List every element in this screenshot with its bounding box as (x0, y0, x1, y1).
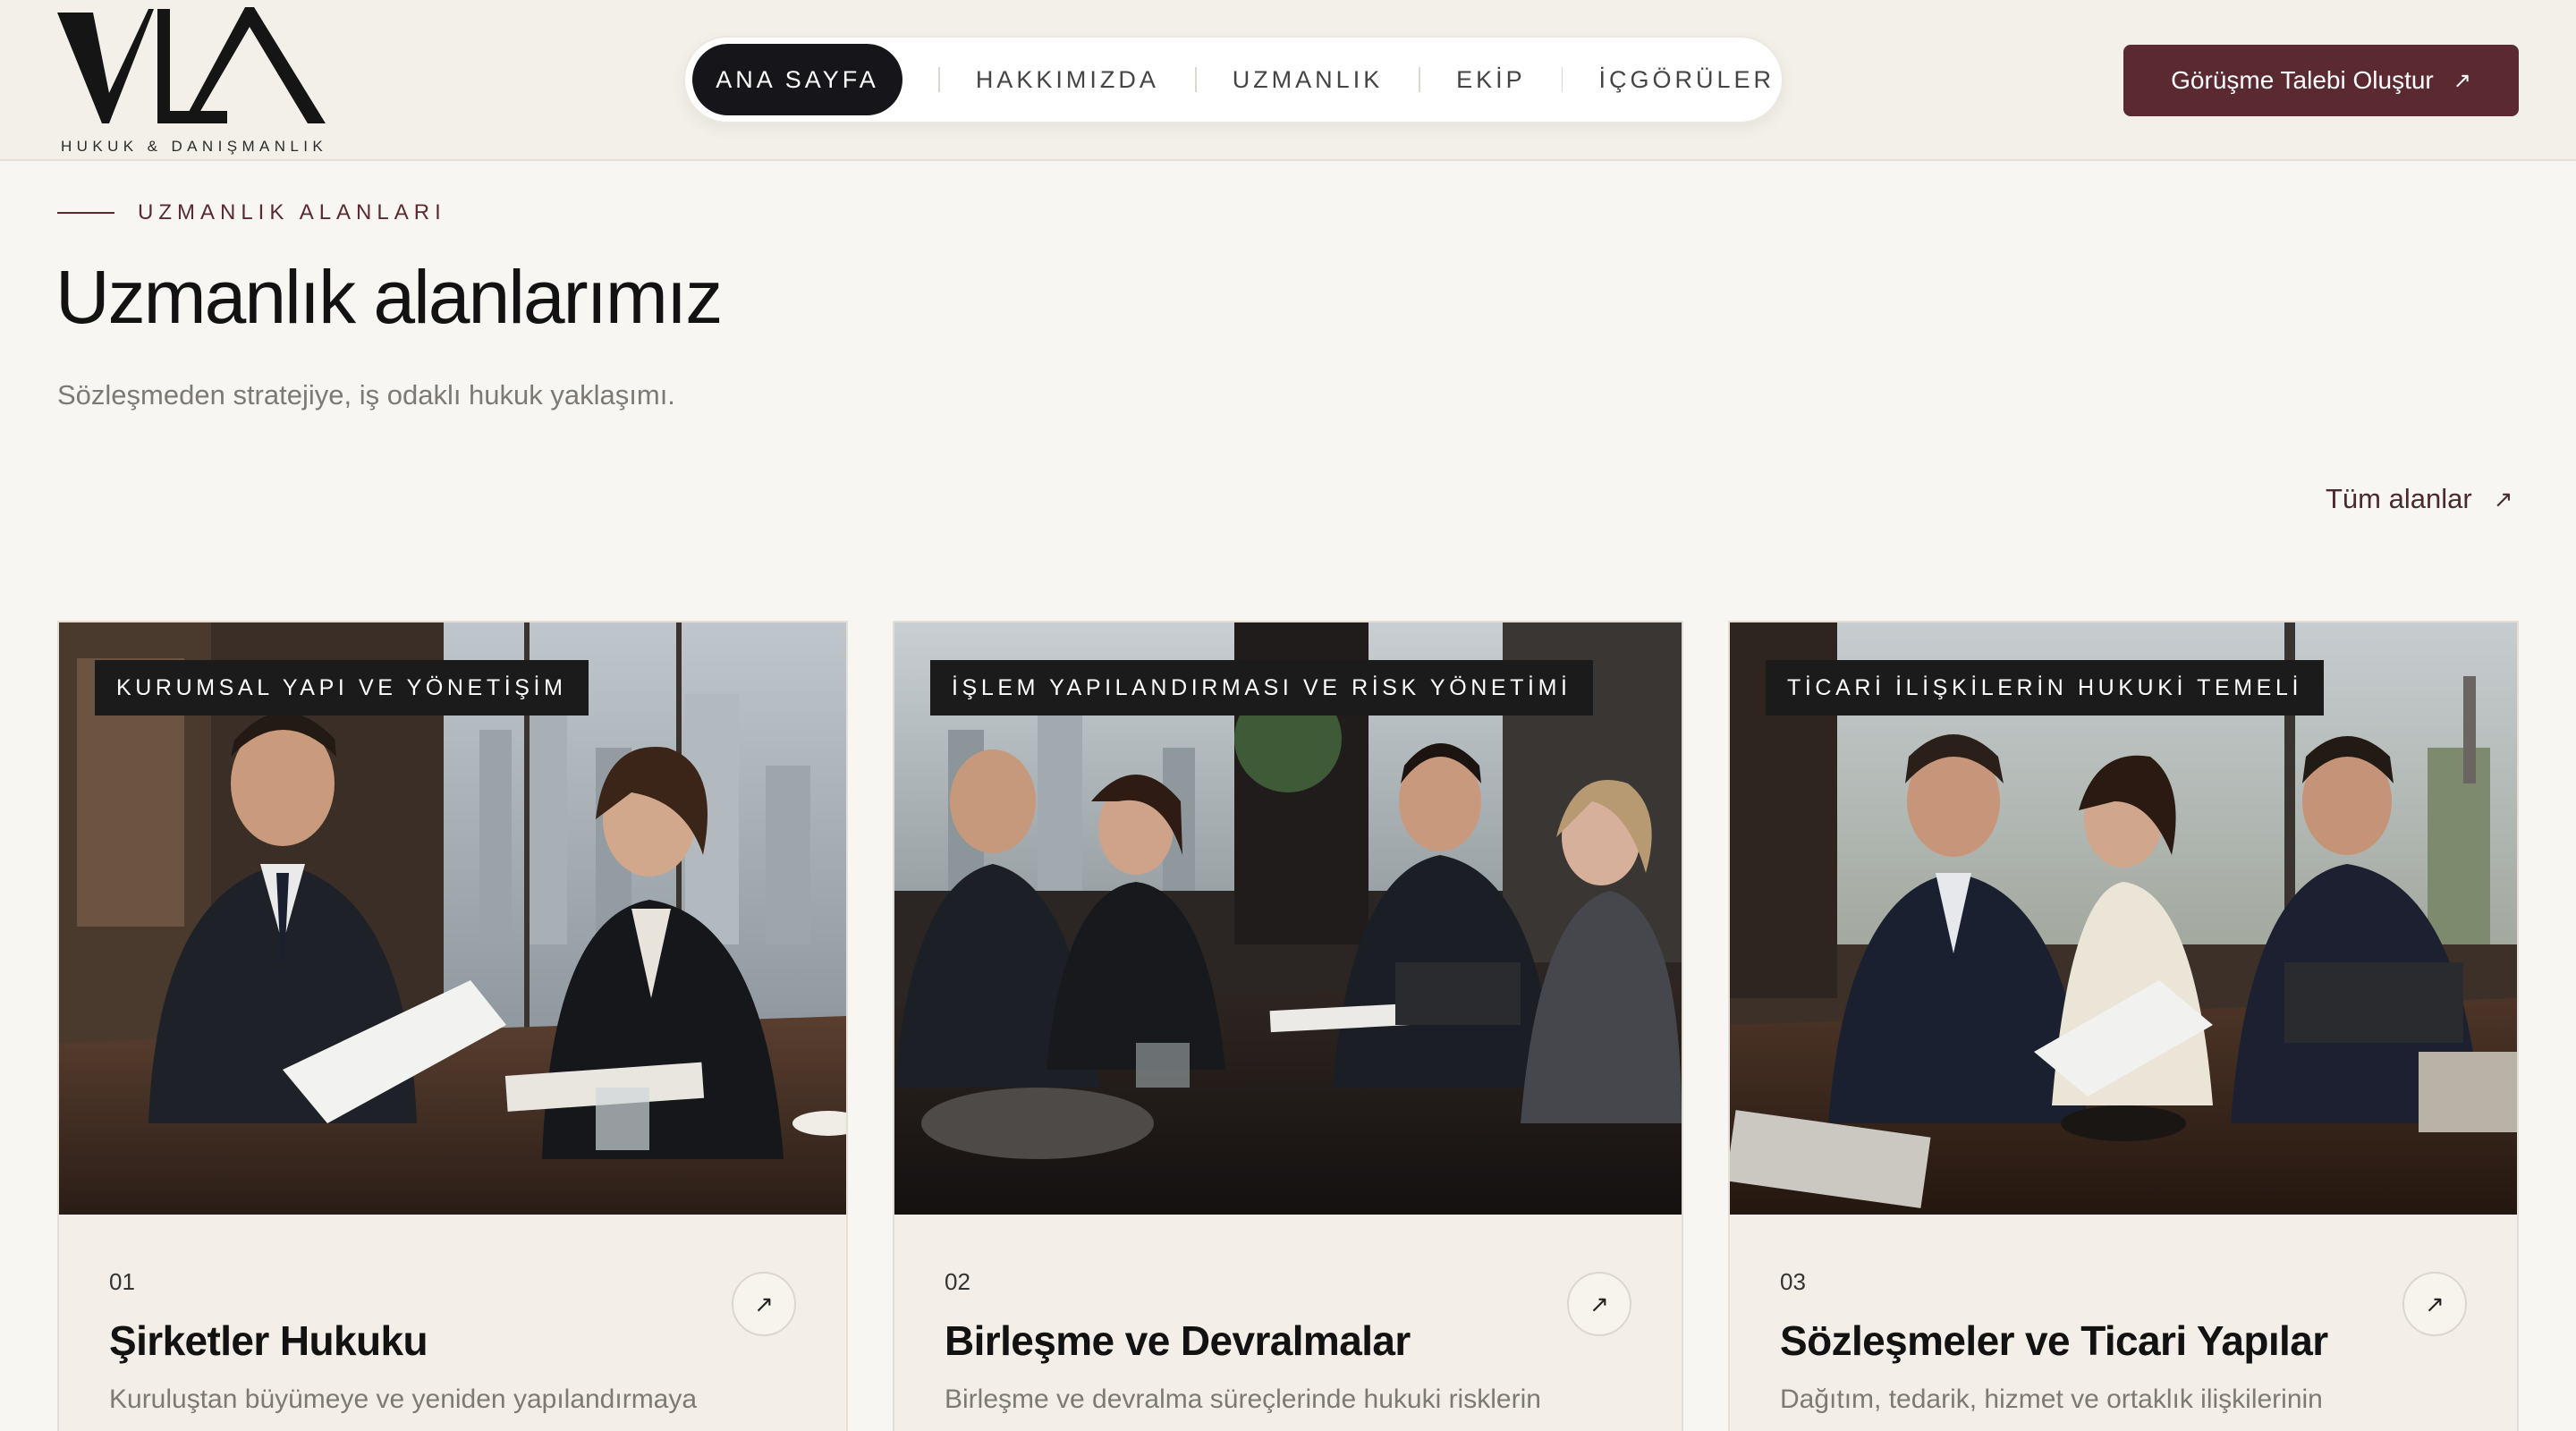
card-number: 03 (1780, 1268, 1806, 1295)
nav-divider (1419, 67, 1421, 92)
arrow-up-right-icon: ↗ (2453, 68, 2471, 93)
arrow-up-right-icon: ↗ (2493, 485, 2513, 512)
site-header: HUKUK & DANIŞMANLIK ANA SAYFA HAKKIMIZDA… (0, 0, 2576, 161)
nav-item-expertise[interactable]: UZMANLIK (1233, 44, 1384, 115)
practice-card-contracts[interactable]: TİCARİ İLİŞKİLERİN HUKUKİ TEMELİ 03 ↗ Sö… (1728, 621, 2519, 1431)
card-title: Şirketler Hukuku (109, 1317, 428, 1364)
main-nav: ANA SAYFA HAKKIMIZDA UZMANLIK EKİP İÇGÖR… (683, 36, 1784, 123)
eyebrow-text: UZMANLIK ALANLARI (138, 200, 446, 224)
card-arrow-button[interactable]: ↗ (732, 1272, 796, 1336)
logo-subtitle: HUKUK & DANIŞMANLIK (61, 138, 328, 155)
card-number: 01 (109, 1268, 135, 1295)
nav-divider (1561, 67, 1563, 92)
arrow-up-right-icon: ↗ (2425, 1290, 2445, 1317)
all-areas-label: Tüm alanlar (2326, 483, 2472, 514)
card-tag: İŞLEM YAPILANDIRMASI VE RİSK YÖNETİMİ (930, 660, 1593, 716)
section-eyebrow: UZMANLIK ALANLARI (57, 199, 446, 227)
card-title: Birleşme ve Devralmalar (945, 1317, 1411, 1364)
nav-item-team[interactable]: EKİP (1456, 44, 1526, 115)
section-title: Uzmanlık alanlarımız (55, 255, 723, 339)
all-areas-link[interactable]: Tüm alanlar ↗ (2326, 481, 2512, 517)
logo-mark (57, 7, 326, 123)
card-image: İŞLEM YAPILANDIRMASI VE RİSK YÖNETİMİ (894, 622, 1682, 1215)
practice-card-corporate[interactable]: KURUMSAL YAPI VE YÖNETİŞİM 01 ↗ Şirketle… (57, 621, 848, 1431)
card-arrow-button[interactable]: ↗ (2402, 1272, 2467, 1336)
arrow-up-right-icon: ↗ (1589, 1290, 1609, 1317)
card-title: Sözleşmeler ve Ticari Yapılar (1780, 1317, 2328, 1364)
card-number: 02 (945, 1268, 970, 1295)
card-image: KURUMSAL YAPI VE YÖNETİŞİM (59, 622, 846, 1215)
logo[interactable]: HUKUK & DANIŞMANLIK (57, 0, 352, 161)
card-description: Kuruluştan büyümeye ve yeniden yapılandı… (109, 1384, 698, 1414)
consultation-request-button[interactable]: Görüşme Talebi Oluştur ↗ (2123, 45, 2519, 116)
nav-divider (937, 67, 940, 92)
card-description: Birleşme ve devralma süreçlerinde hukuki… (945, 1384, 1541, 1414)
card-tag: KURUMSAL YAPI VE YÖNETİŞİM (95, 660, 589, 716)
eyebrow-line (57, 212, 114, 214)
nav-item-about[interactable]: HAKKIMIZDA (976, 44, 1159, 115)
nav-divider (1194, 67, 1197, 92)
cta-label: Görüşme Talebi Oluştur (2171, 66, 2434, 94)
practice-card-mergers[interactable]: İŞLEM YAPILANDIRMASI VE RİSK YÖNETİMİ 02… (893, 621, 1683, 1431)
nav-item-home[interactable]: ANA SAYFA (692, 44, 902, 115)
card-arrow-button[interactable]: ↗ (1567, 1272, 1631, 1336)
card-description: Dağıtım, tedarik, hizmet ve ortaklık ili… (1780, 1384, 2323, 1414)
section-subtitle: Sözleşmeden stratejiye, iş odaklı hukuk … (57, 379, 675, 411)
arrow-up-right-icon: ↗ (754, 1290, 774, 1317)
card-tag: TİCARİ İLİŞKİLERİN HUKUKİ TEMELİ (1766, 660, 2325, 716)
card-image: TİCARİ İLİŞKİLERİN HUKUKİ TEMELİ (1730, 622, 2517, 1215)
nav-item-insights[interactable]: İÇGÖRÜLER (1598, 44, 1775, 115)
